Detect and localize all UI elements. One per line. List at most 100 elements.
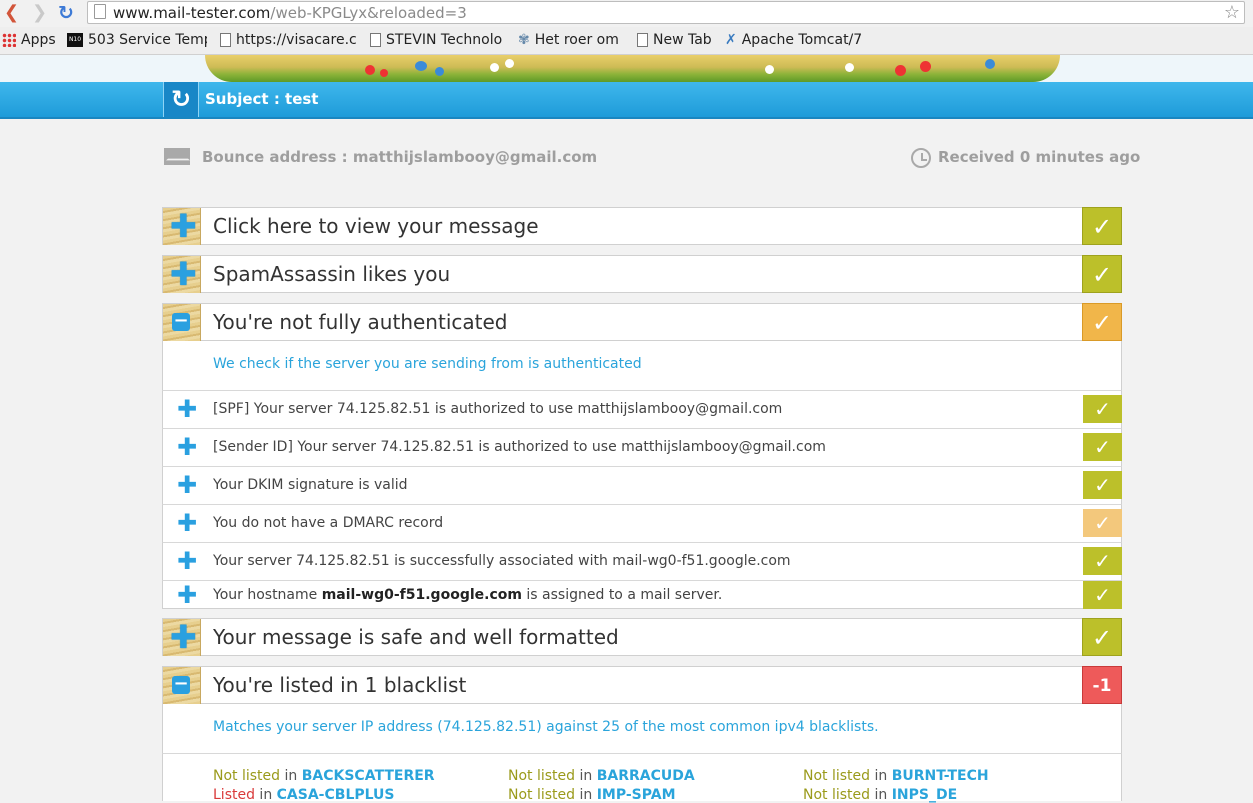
bookmark-label: New Tab [653,32,712,48]
bookmark-new-tab[interactable]: New Tab [637,32,717,48]
check-icon: ✓ [1083,471,1122,499]
refresh-icon[interactable]: ↻ [163,82,199,117]
plus-icon: ✚ [170,255,197,293]
section-title: Your message is safe and well formatted [213,625,619,649]
check-icon: ✓ [1083,581,1122,609]
section-title: Click here to view your message [213,214,539,238]
check-icon: ✓ [1083,509,1122,537]
section-title: You're listed in 1 blacklist [213,673,467,697]
blacklist-name[interactable]: BARRACUDA [597,768,695,784]
blacklist-in: in [280,768,302,784]
subject-bar: ↻ Subject : test [0,82,1253,119]
auth-check-spf[interactable]: ✚ [SPF] Your server 74.125.82.51 is auth… [162,390,1122,428]
blacklist-status: Not listed [508,768,576,784]
minus-icon: − [172,673,190,694]
auth-check-sender-id[interactable]: ✚ [Sender ID] Your server 74.125.82.51 i… [162,428,1122,466]
blacklist-intro-text: Matches your server IP address (74.125.8… [213,719,879,735]
auth-check-dkim[interactable]: ✚ Your DKIM signature is valid ✓ [162,466,1122,504]
check-text: You do not have a DMARC record [213,515,444,531]
blacklist-in: in [575,768,597,784]
bookmark-visacare[interactable]: https://visacare.c [220,32,360,48]
address-bar[interactable]: www.mail-tester.com/web-KPGLyx&reloaded=… [87,1,1245,24]
section-title: SpamAssassin likes you [213,262,451,286]
expand-toggle[interactable]: ✚ [163,619,201,656]
meadow-illustration [205,55,1060,82]
url-text[interactable]: www.mail-tester.com/web-KPGLyx&reloaded=… [113,4,467,22]
apps-grid-icon [2,33,16,47]
browser-toolbar: ❮ ❯ ↻ www.mail-tester.com/web-KPGLyx&rel… [0,0,1253,27]
minus-icon: − [172,310,190,331]
header-banner [0,55,1253,82]
bookmark-label: https://visacare.c [236,32,357,48]
envelope-icon [164,148,190,165]
clock-icon [911,148,931,168]
auth-check-hostname[interactable]: ✚ Your hostname mail-wg0-f51.google.com … [162,580,1122,609]
blacklist-entry: Not listed in BARRACUDA [508,768,695,784]
plus-icon[interactable]: ✚ [177,435,197,459]
blacklist-status: Not listed [803,768,871,784]
blacklist-intro-panel: Matches your server IP address (74.125.8… [162,704,1122,754]
bookmark-apps[interactable]: Apps [2,32,62,48]
section-title: You're not fully authenticated [213,310,508,334]
expand-toggle[interactable]: ✚ [163,256,201,293]
url-path: /web-KPGLyx&reloaded=3 [270,4,467,22]
page-icon [220,33,231,47]
check-icon: ✓ [1083,547,1122,575]
expand-toggle[interactable]: ✚ [163,208,201,245]
bookmark-label: STEVIN Technolo [386,32,503,48]
bookmark-label: 503 Service Temp [88,32,207,48]
bookmark-503[interactable]: N10 503 Service Temp [67,32,207,48]
section-blacklist[interactable]: − You're listed in 1 blacklist -1 [162,666,1122,704]
page-icon [370,33,381,47]
blacklist-entry: Not listed in BURNT-TECH [803,768,989,784]
plus-icon[interactable]: ✚ [177,473,197,497]
check-icon: ✓ [1082,303,1122,341]
plus-icon[interactable]: ✚ [177,511,197,535]
auth-intro-text: We check if the server you are sending f… [213,356,642,372]
page-icon [637,33,648,47]
bookmark-stevin[interactable]: STEVIN Technolo [370,32,507,48]
bookmark-het-roer-om[interactable]: ✾ Het roer om [518,32,628,48]
back-icon[interactable]: ❮ [4,3,19,23]
bookmark-label: Het roer om [534,32,619,48]
check-text: [Sender ID] Your server 74.125.82.51 is … [213,439,826,455]
gear-icon: ✾ [518,32,530,48]
plus-icon: ✚ [170,618,197,656]
received-time: Received 0 minutes ago [911,148,1140,168]
check-text: Your DKIM signature is valid [213,477,408,493]
check-icon: ✓ [1083,433,1122,461]
check-icon: ✓ [1083,395,1122,423]
section-spamassassin[interactable]: ✚ SpamAssassin likes you ✓ [162,255,1122,293]
bounce-address: Bounce address : matthijslambooy@gmail.c… [164,148,597,166]
section-authentication[interactable]: − You're not fully authenticated ✓ [162,303,1122,341]
blacklist-name[interactable]: BURNT-TECH [892,768,989,784]
bookmark-star-icon[interactable]: ☆ [1224,2,1240,23]
bookmark-label: Apache Tomcat/7 [741,32,863,48]
collapse-toggle[interactable]: − [163,304,201,341]
plus-icon[interactable]: ✚ [177,397,197,421]
check-icon: ✓ [1082,255,1122,293]
blacklist-name[interactable]: BACKSCATTERER [302,768,435,784]
hostname-prefix: Your hostname [213,587,322,603]
tomcat-icon: ✗ [725,32,737,48]
forward-icon[interactable]: ❯ [32,3,47,23]
section-view-message[interactable]: ✚ Click here to view your message ✓ [162,207,1122,245]
plus-icon[interactable]: ✚ [177,583,197,607]
section-formatted[interactable]: ✚ Your message is safe and well formatte… [162,618,1122,656]
check-text: Your hostname mail-wg0-f51.google.com is… [213,587,722,603]
auth-intro-panel: We check if the server you are sending f… [162,341,1122,391]
hostname-value: mail-wg0-f51.google.com [321,587,522,603]
hostname-suffix: is assigned to a mail server. [521,587,723,603]
subject-title: Subject : test [205,90,319,108]
reload-icon[interactable]: ↻ [58,3,74,23]
check-text: [SPF] Your server 74.125.82.51 is author… [213,401,783,417]
score-badge: -1 [1082,666,1122,704]
auth-check-reverse-dns[interactable]: ✚ Your server 74.125.82.51 is successful… [162,542,1122,580]
collapse-toggle[interactable]: − [163,667,201,704]
bounce-text: Bounce address : matthijslambooy@gmail.c… [202,148,598,166]
check-icon: ✓ [1082,207,1122,245]
bookmark-label: Apps [21,32,56,48]
plus-icon[interactable]: ✚ [177,549,197,573]
auth-check-dmarc[interactable]: ✚ You do not have a DMARC record ✓ [162,504,1122,542]
bookmark-tomcat[interactable]: ✗ Apache Tomcat/7 [725,32,863,48]
